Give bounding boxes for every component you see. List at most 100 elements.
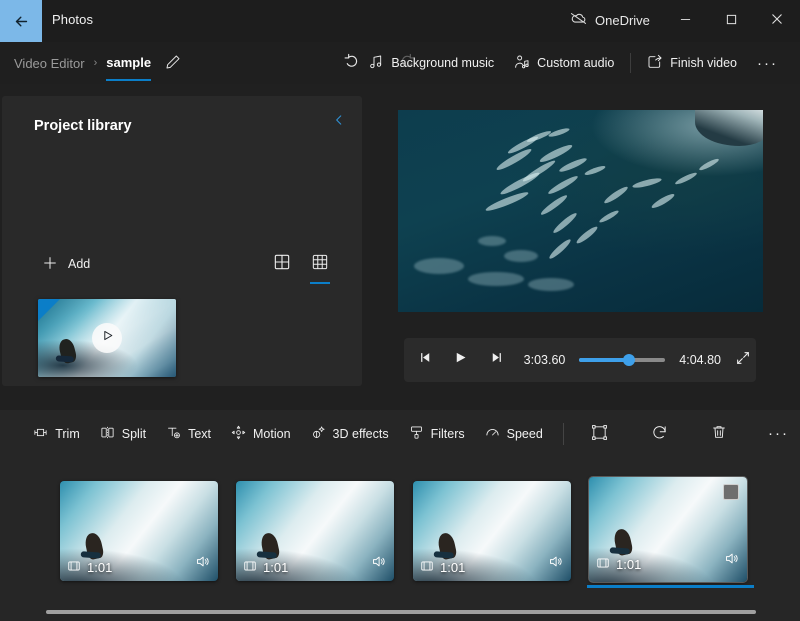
onedrive-cloud-offline-icon	[570, 12, 587, 28]
clip-selection-indicator	[587, 585, 754, 588]
previous-frame-button[interactable]	[412, 343, 439, 377]
preview-ocean-background	[398, 110, 763, 312]
add-media-button[interactable]: Add	[42, 251, 90, 277]
clip-audio-toggle[interactable]	[724, 551, 739, 571]
breadcrumb-separator: ›	[93, 57, 98, 69]
play-triangle-icon	[101, 329, 114, 347]
clip-item[interactable]: 1:01	[236, 481, 394, 581]
clip-item[interactable]: 1:01	[60, 481, 218, 581]
filters-icon	[409, 425, 424, 443]
text-button[interactable]: Text	[157, 419, 220, 449]
clip-item-selected[interactable]: 1:01	[589, 477, 747, 582]
background-music-button[interactable]: Background music	[358, 48, 504, 79]
library-media-card[interactable]	[38, 299, 176, 377]
maximize-icon	[726, 12, 737, 30]
split-button[interactable]: Split	[91, 419, 155, 449]
grid-large-icon	[274, 254, 290, 275]
film-strip-icon	[67, 559, 81, 576]
speaker-icon	[724, 553, 739, 570]
background-music-label: Background music	[391, 56, 495, 70]
next-frame-button[interactable]	[483, 343, 510, 377]
current-time-label: 3:03.60	[523, 353, 566, 367]
playback-progress-slider[interactable]	[579, 352, 666, 368]
grid-large-view-button[interactable]	[270, 251, 294, 277]
project-library-panel: Project library Add	[2, 96, 362, 386]
3d-effects-label: 3D effects	[332, 426, 389, 441]
storyboard-scrollbar[interactable]	[46, 610, 756, 614]
music-note-icon	[368, 54, 384, 73]
library-view-toggles	[270, 251, 332, 284]
undo-icon	[343, 53, 360, 75]
pencil-edit-icon	[165, 54, 181, 75]
film-strip-icon	[243, 559, 257, 576]
fullscreen-expand-icon	[735, 350, 751, 371]
film-strip-icon	[596, 556, 610, 573]
storyboard-clips: 1:01 1:01 1:01 1:01	[0, 457, 800, 597]
filters-button[interactable]: Filters	[400, 419, 474, 449]
rename-project-button[interactable]	[160, 51, 186, 77]
3d-effects-button[interactable]: 3D effects	[302, 419, 398, 449]
clip-audio-toggle[interactable]	[195, 554, 210, 574]
breadcrumb-parent[interactable]: Video Editor	[14, 56, 85, 71]
custom-audio-label: Custom audio	[537, 56, 615, 70]
grid-small-icon	[312, 254, 328, 275]
split-icon	[100, 425, 115, 443]
motion-icon	[231, 425, 246, 443]
clip-duration: 1:01	[67, 559, 112, 576]
clip-audio-toggle[interactable]	[548, 554, 563, 574]
back-arrow-icon	[13, 13, 30, 30]
window-maximize-button[interactable]	[708, 0, 754, 42]
slider-thumb[interactable]	[623, 354, 636, 366]
motion-label: Motion	[253, 426, 291, 441]
fullscreen-button[interactable]	[731, 344, 756, 376]
scrollbar-thumb[interactable]	[46, 610, 756, 614]
command-bar: Video Editor › sample Background music C…	[0, 42, 800, 84]
speed-icon	[485, 425, 500, 443]
share-export-icon	[647, 54, 663, 73]
storyboard-panel: Trim Split Text Motion 3D effects Filter…	[0, 410, 800, 621]
trim-icon	[33, 425, 48, 443]
back-button[interactable]	[0, 0, 42, 42]
rotate-button[interactable]	[641, 418, 678, 450]
aspect-ratio-icon	[591, 424, 608, 444]
clip-duration-label: 1:01	[87, 560, 113, 575]
storyboard-more-button[interactable]: ···	[758, 419, 799, 448]
speaker-icon	[195, 556, 210, 573]
collapse-library-button[interactable]	[326, 109, 352, 135]
plus-icon	[42, 255, 58, 274]
clip-audio-toggle[interactable]	[371, 554, 386, 574]
film-strip-icon	[420, 559, 434, 576]
clip-duration: 1:01	[420, 559, 465, 576]
video-preview-frame[interactable]	[398, 110, 763, 312]
trim-label: Trim	[55, 426, 80, 441]
grid-small-view-button[interactable]	[308, 251, 332, 284]
clip-item[interactable]: 1:01	[413, 481, 571, 581]
trim-button[interactable]: Trim	[24, 419, 89, 449]
speed-button[interactable]: Speed	[476, 419, 552, 449]
command-actions: Background music Custom audio Finish vid…	[358, 42, 788, 84]
close-icon	[771, 12, 783, 30]
title-bar: Photos OneDrive	[0, 0, 800, 42]
3d-effects-icon	[311, 425, 326, 443]
motion-button[interactable]: Motion	[222, 419, 300, 449]
more-options-button[interactable]: ···	[747, 49, 788, 78]
delete-button[interactable]	[701, 418, 737, 449]
play-button[interactable]	[448, 343, 475, 377]
clip-select-checkbox[interactable]	[723, 484, 739, 500]
aspect-ratio-button[interactable]	[581, 418, 618, 450]
breadcrumb-current-project[interactable]: sample	[106, 55, 151, 81]
clip-duration: 1:01	[243, 559, 288, 576]
filters-label: Filters	[430, 426, 465, 441]
window-minimize-button[interactable]	[662, 0, 708, 42]
preview-rock-formation	[695, 110, 763, 146]
window-close-button[interactable]	[754, 0, 800, 42]
command-divider	[630, 53, 632, 73]
onedrive-status[interactable]: OneDrive	[570, 12, 650, 28]
finish-video-button[interactable]: Finish video	[637, 48, 747, 79]
clip-duration-label: 1:01	[440, 560, 466, 575]
custom-audio-button[interactable]: Custom audio	[504, 48, 624, 79]
player-controls-bar: 3:03.60 4:04.80	[404, 338, 756, 382]
clip-duration-label: 1:01	[616, 557, 642, 572]
library-card-play-button[interactable]	[92, 323, 122, 353]
previous-frame-icon	[418, 350, 433, 370]
